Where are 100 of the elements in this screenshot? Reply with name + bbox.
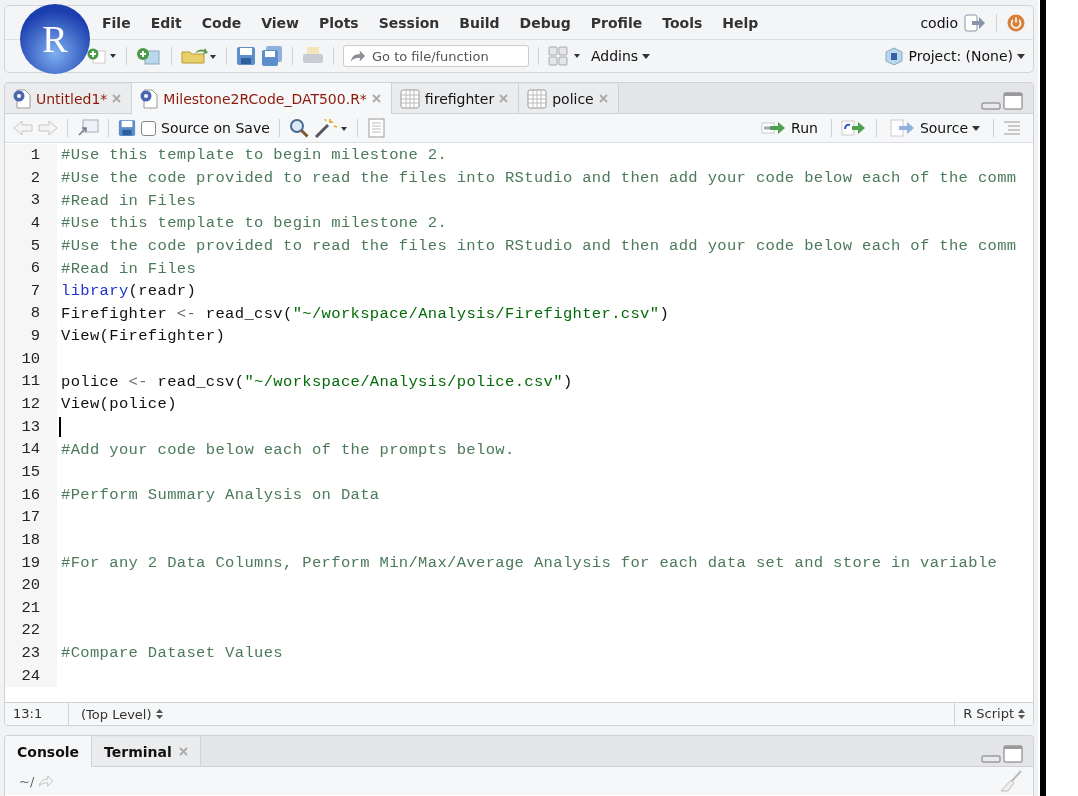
line-number: 14: [5, 438, 57, 461]
code-line: #Perform Summary Analysis on Data: [60, 485, 380, 504]
code-line: #Read in Files: [60, 191, 197, 210]
save-all-icon[interactable]: [261, 46, 283, 66]
source-button[interactable]: Source: [885, 119, 984, 137]
line-number: 5: [5, 234, 57, 258]
menu-item[interactable]: Code: [192, 14, 253, 31]
code-line: #Use this template to begin milestone 2.: [60, 214, 448, 233]
working-directory: ~/: [19, 773, 35, 789]
line-number: 7: [5, 279, 57, 303]
rerun-icon[interactable]: [840, 120, 867, 136]
code-line: #For any 2 Data Columns, Perform Min/Max/Average Analysis for each data set and store in variable: [60, 553, 998, 572]
maximize-icon[interactable]: [1003, 92, 1023, 110]
line-number: 16: [5, 483, 57, 507]
code-line: #Read in Files: [60, 259, 197, 278]
menu-item[interactable]: Plots: [310, 14, 370, 31]
notebook-icon[interactable]: [366, 118, 385, 138]
code-line: #Compare Dataset Values: [60, 644, 283, 663]
console-tab[interactable]: Terminal: [92, 737, 201, 766]
caret-icon: [972, 125, 980, 131]
line-number: 18: [5, 528, 57, 552]
search-icon[interactable]: [288, 118, 309, 138]
close-icon[interactable]: [371, 94, 381, 103]
line-number: 20: [5, 574, 57, 597]
table-icon: [527, 88, 548, 109]
maximize-icon[interactable]: [1003, 745, 1023, 763]
close-icon[interactable]: [112, 94, 122, 103]
line-number: 2: [5, 166, 57, 190]
new-file-icon[interactable]: [87, 48, 117, 64]
project-button[interactable]: Project: (None): [880, 47, 1029, 65]
line-number: 4: [5, 211, 57, 235]
back-icon[interactable]: [13, 120, 33, 136]
menu-item[interactable]: Profile: [581, 14, 654, 31]
show-in-window-icon[interactable]: [77, 119, 99, 137]
go-to-file-field[interactable]: Go to file/function: [343, 45, 529, 67]
script-file-icon: [13, 88, 31, 109]
line-number: 24: [5, 664, 57, 688]
editor-tab[interactable]: police: [519, 84, 619, 113]
line-number: 3: [5, 189, 57, 212]
line-number: 12: [5, 393, 57, 416]
menu-item[interactable]: Help: [713, 14, 770, 31]
caret-icon: [642, 53, 651, 59]
editor-tab[interactable]: Untitled1*: [5, 84, 133, 113]
scope-selector[interactable]: (Top Level): [69, 706, 163, 722]
line-number: 15: [5, 460, 57, 484]
code-line: police <- read_csv("~/workspace/Analysis/police.csv"): [60, 372, 573, 391]
menu-item[interactable]: Session: [369, 14, 451, 31]
close-icon[interactable]: [598, 94, 608, 103]
arrow-icon[interactable]: [38, 775, 55, 787]
run-button[interactable]: Run: [757, 120, 822, 136]
menu-item[interactable]: Tools: [653, 14, 714, 31]
addins-button[interactable]: Addins: [587, 48, 655, 64]
save-icon[interactable]: [118, 119, 136, 137]
line-number: 19: [5, 551, 57, 575]
outline-icon[interactable]: [1003, 121, 1021, 135]
menu-item[interactable]: Build: [450, 14, 511, 31]
project-cube-icon: [884, 47, 905, 65]
code-line: View(Firefighter): [60, 327, 226, 346]
line-number: 8: [5, 302, 57, 326]
close-icon[interactable]: [178, 747, 188, 756]
up-down-icon: [1018, 709, 1025, 719]
r-logo-icon: R: [19, 3, 91, 75]
broom-icon[interactable]: [999, 770, 1023, 792]
editor-tab[interactable]: Milestone2RCode_DAT500.R*: [132, 83, 392, 114]
user-name: codio: [920, 14, 958, 31]
editor-tab[interactable]: firefighter: [391, 84, 520, 113]
line-number: 23: [5, 642, 57, 665]
line-number: 17: [5, 506, 57, 529]
line-number: 11: [5, 370, 57, 394]
console-tab[interactable]: Console: [5, 736, 93, 767]
arrow-icon: [350, 49, 366, 63]
new-project-icon[interactable]: [136, 47, 162, 65]
open-folder-icon[interactable]: [181, 47, 217, 65]
menu-item[interactable]: View: [252, 14, 310, 31]
file-type-selector[interactable]: R Script: [954, 703, 1033, 725]
line-number: 6: [5, 257, 57, 280]
menu-item[interactable]: File: [93, 14, 142, 31]
table-icon: [399, 88, 420, 109]
caret-icon: [1017, 53, 1025, 59]
forward-icon[interactable]: [38, 120, 58, 136]
power-icon[interactable]: [1007, 13, 1025, 32]
up-down-icon: [155, 709, 163, 719]
source-on-save-checkbox[interactable]: Source on Save: [141, 120, 270, 136]
line-number: 22: [5, 619, 57, 643]
code-line: #Add your code below each of the prompts below.: [60, 440, 515, 459]
line-number: 10: [5, 347, 57, 371]
menu-item[interactable]: Debug: [510, 14, 582, 31]
pane-layout-icon[interactable]: [548, 46, 582, 66]
save-icon[interactable]: [236, 46, 256, 66]
close-icon[interactable]: [499, 94, 509, 103]
code-line: #Use the code provided to read the files into RStudio and then add your code below each of the comm: [60, 168, 1017, 187]
menu-item[interactable]: Edit: [141, 14, 193, 31]
code-line: #Use this template to begin milestone 2.: [60, 146, 448, 165]
code-line: #Use the code provided to read the files into RStudio and then add your code below each of the comm: [60, 236, 1017, 255]
print-icon[interactable]: [302, 46, 324, 66]
cursor-position: 13:1: [5, 703, 69, 725]
sign-out-icon[interactable]: [964, 13, 986, 32]
script-file-icon: [140, 88, 159, 109]
line-number: 13: [5, 415, 57, 439]
magic-wand-icon[interactable]: [313, 118, 348, 138]
